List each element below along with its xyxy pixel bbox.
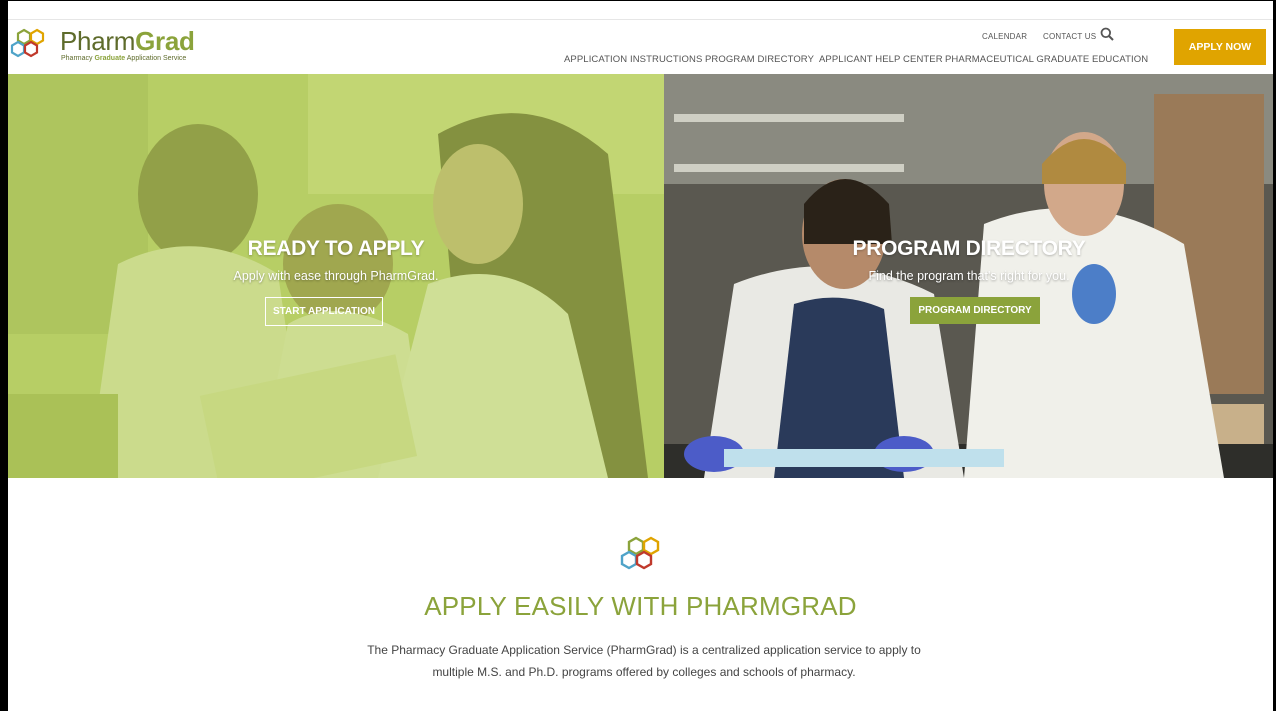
- hexagon-emblem-icon: [620, 536, 660, 570]
- nav-program-directory[interactable]: PROGRAM DIRECTORY: [705, 54, 814, 65]
- logo-tagline: Pharmacy Graduate Application Service: [61, 55, 186, 62]
- search-icon[interactable]: [1100, 27, 1114, 41]
- nav-applicant-help-center[interactable]: APPLICANT HELP CENTER: [819, 54, 943, 65]
- intro-body-line1: The Pharmacy Graduate Application Servic…: [367, 643, 921, 657]
- nav-application-instructions[interactable]: APPLICATION INSTRUCTIONS: [564, 54, 702, 65]
- apply-now-button[interactable]: APPLY NOW: [1174, 29, 1266, 65]
- calendar-link[interactable]: CALENDAR: [982, 32, 1027, 41]
- hero-program-directory: PROGRAM DIRECTORY Find the program that'…: [664, 74, 1273, 478]
- hero-ready-to-apply: READY TO APPLY Apply with ease through P…: [8, 74, 664, 478]
- logo-tagline-part1: Pharmacy: [61, 55, 95, 62]
- program-directory-button[interactable]: PROGRAM DIRECTORY: [910, 297, 1040, 324]
- intro-body: The Pharmacy Graduate Application Servic…: [308, 639, 980, 683]
- intro-body-line2: multiple M.S. and Ph.D. programs offered…: [432, 665, 856, 679]
- page-frame: PharmGrad Pharmacy Graduate Application …: [0, 0, 1276, 711]
- nav-pharmaceutical-graduate-education[interactable]: PHARMACEUTICAL GRADUATE EDUCATION: [945, 54, 1148, 65]
- logo-wordmark: PharmGrad: [60, 26, 195, 57]
- pharmgrad-logo[interactable]: PharmGrad Pharmacy Graduate Application …: [10, 26, 210, 68]
- hero-right-subtitle: Find the program that's right for you.: [868, 269, 1070, 283]
- hexagon-logo-icon: [10, 28, 45, 58]
- logo-word-part1: Pharm: [60, 26, 136, 56]
- contact-us-link[interactable]: CONTACT US: [1043, 32, 1096, 41]
- hero-left-subtitle: Apply with ease through PharmGrad.: [233, 269, 439, 283]
- logo-word-part2: Grad: [135, 26, 195, 56]
- logo-tagline-part3: Application Service: [125, 55, 187, 62]
- logo-tagline-part2: Graduate: [94, 55, 126, 62]
- site-header: PharmGrad Pharmacy Graduate Application …: [8, 19, 1273, 75]
- start-application-button[interactable]: START APPLICATION: [265, 297, 383, 326]
- hero-left-title: READY TO APPLY: [247, 237, 425, 260]
- hero-right-title: PROGRAM DIRECTORY: [852, 237, 1086, 260]
- intro-title: APPLY EASILY WITH PHARMGRAD: [424, 591, 857, 621]
